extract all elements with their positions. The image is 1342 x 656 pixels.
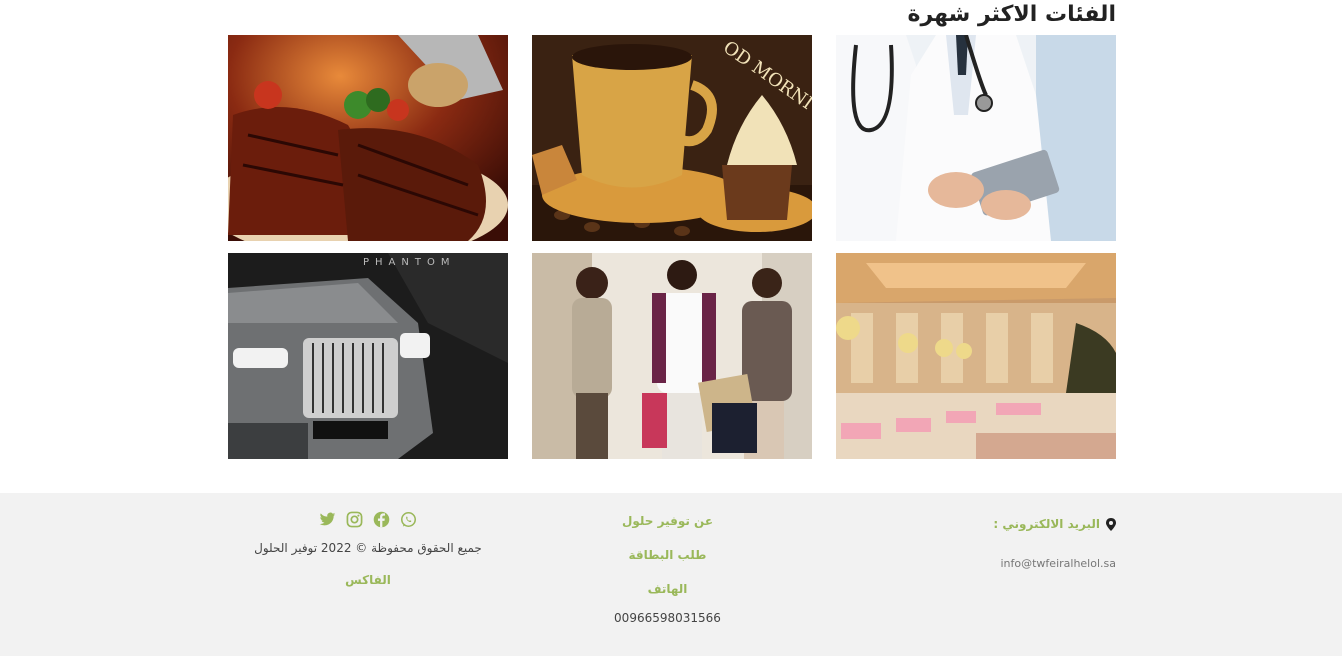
instagram-icon[interactable] [346, 511, 363, 528]
category-tile-hall[interactable] [836, 253, 1116, 459]
whatsapp-icon[interactable] [400, 511, 417, 528]
hall-image [836, 253, 1116, 459]
category-tile-coffee[interactable]: OD MORNI [532, 35, 812, 241]
footer-contact: البريد الالكتروني : info@twfeiralhelol.s… [916, 517, 1116, 570]
facebook-icon[interactable] [373, 511, 390, 528]
coffee-image: OD MORNI [532, 35, 812, 241]
fax-label: الفاكس [345, 573, 391, 587]
card-request-link[interactable]: طلب البطاقة [600, 547, 735, 581]
category-tile-medical[interactable] [836, 35, 1116, 241]
footer-social: جميع الحقوق محفوظة © 2022 توفير الحلول ا… [248, 511, 488, 587]
category-tile-food[interactable] [228, 35, 508, 241]
location-pin-icon [1106, 517, 1116, 531]
car-image-text: PHANTOM [363, 257, 455, 268]
food-image [228, 35, 508, 241]
phone-label: الهاتف [647, 582, 688, 596]
email-label: البريد الالكتروني : [993, 517, 1100, 531]
medical-image [836, 35, 1116, 241]
footer-links: عن توفير حلول طلب البطاقة الهاتف 0096659… [600, 513, 735, 625]
twitter-icon[interactable] [319, 511, 336, 528]
site-footer: البريد الالكتروني : info@twfeiralhelol.s… [0, 493, 1342, 656]
social-icons [248, 511, 488, 531]
email-value[interactable]: info@twfeiralhelol.sa [916, 557, 1116, 570]
category-tile-car[interactable]: PHANTOM [228, 253, 508, 459]
email-row: البريد الالكتروني : [916, 517, 1116, 531]
copyright-text: جميع الحقوق محفوظة © 2022 توفير الحلول [254, 541, 482, 555]
phone-value[interactable]: 00966598031566 [600, 611, 735, 625]
about-link[interactable]: عن توفير حلول [600, 513, 735, 547]
section-title: الفئات الاكثر شهرة [907, 2, 1116, 27]
shopping-image [532, 253, 812, 459]
categories-grid: OD MORNI PHANTOM [228, 35, 1116, 459]
car-image: PHANTOM [228, 253, 508, 459]
category-tile-shopping[interactable] [532, 253, 812, 459]
